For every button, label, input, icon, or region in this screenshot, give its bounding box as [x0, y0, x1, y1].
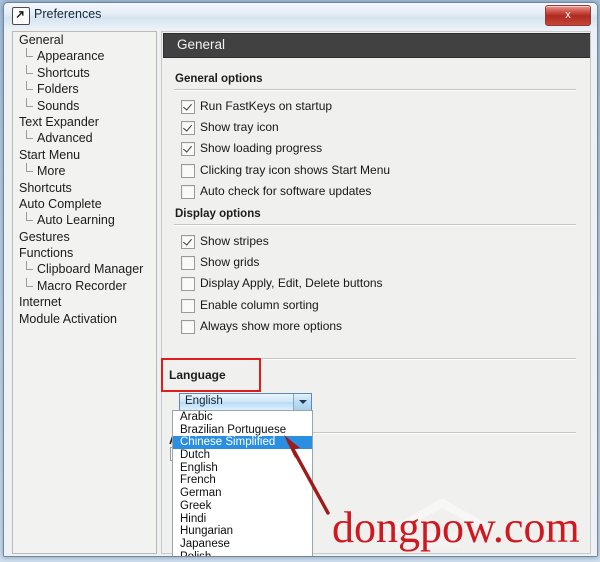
- checkbox-label: Show grids: [200, 255, 260, 270]
- tree-item-label: Appearance: [37, 49, 105, 64]
- tree-item-label: Shortcuts: [19, 180, 72, 195]
- tree-item-label: Auto Complete: [19, 196, 102, 211]
- tree-item-general[interactable]: General: [13, 32, 156, 48]
- tree-item-macro-recorder[interactable]: Macro Recorder: [13, 277, 156, 294]
- checkbox-label: Show tray icon: [200, 120, 279, 135]
- tree-item-label: Internet: [19, 295, 62, 310]
- checkbox-checked-icon[interactable]: [181, 235, 195, 249]
- tree-item-clipboard-manager[interactable]: Clipboard Manager: [13, 261, 156, 277]
- language-option[interactable]: Arabic: [173, 411, 312, 424]
- tree-item-start-menu[interactable]: Start Menu: [13, 147, 156, 163]
- tree-item-label: Functions: [19, 246, 74, 261]
- tree-item-label: Macro Recorder: [37, 278, 127, 293]
- tree-item-appearance[interactable]: Appearance: [13, 48, 156, 64]
- tree-item-more[interactable]: More: [13, 163, 156, 179]
- language-highlight-annotation: [161, 358, 261, 392]
- preferences-window: Preferences x General Appearance Shortcuts…: [3, 2, 598, 557]
- window-title-bar[interactable]: Preferences x: [4, 3, 597, 30]
- tree-item-advanced[interactable]: Advanced: [13, 130, 156, 146]
- checkbox-unchecked-icon[interactable]: [181, 277, 195, 292]
- checkbox-checked-icon[interactable]: [181, 142, 195, 157]
- tree-item-auto-complete[interactable]: Auto Complete: [13, 196, 156, 212]
- pane-header-label: General: [177, 37, 226, 52]
- general-options-divider: [174, 89, 576, 91]
- language-option[interactable]: Polish: [173, 551, 312, 556]
- tree-item-label: Text Expander: [19, 114, 99, 129]
- tree-item-label: Gestures: [19, 229, 70, 244]
- tree-item-internet[interactable]: Internet: [13, 294, 156, 310]
- checkbox-unchecked-icon[interactable]: [181, 298, 195, 313]
- tree-item-label: Auto Learning: [37, 213, 115, 228]
- tree-item-module-activation[interactable]: Module Activation: [13, 311, 156, 327]
- tree-item-auto-learning[interactable]: Auto Learning: [13, 212, 156, 228]
- tree-item-label: Shortcuts: [37, 65, 90, 80]
- checkbox-label: Run FastKeys on startup: [200, 99, 333, 113]
- checkbox-unchecked-icon[interactable]: [181, 319, 195, 334]
- tree-elbow-icon: [26, 261, 35, 277]
- tree-item-gestures[interactable]: Gestures: [13, 229, 156, 245]
- tree-elbow-icon: [26, 81, 35, 97]
- tree-elbow-icon: [26, 212, 35, 228]
- language-option[interactable]: Hungarian: [173, 525, 312, 538]
- tree-item-label: Clipboard Manager: [37, 262, 144, 277]
- language-option[interactable]: Japanese: [173, 538, 312, 551]
- tree-item-shortcuts[interactable]: Shortcuts: [13, 64, 156, 81]
- app-arrow-up-right-icon: [12, 7, 30, 25]
- settings-tree[interactable]: General Appearance Shortcuts Folders Sounds T…: [12, 31, 157, 554]
- tree-elbow-icon: [26, 130, 35, 146]
- tree-item-functions[interactable]: Functions: [13, 245, 156, 261]
- chevron-down-icon[interactable]: [293, 394, 311, 410]
- checkbox-label: Always show more options: [200, 318, 343, 333]
- general-options-title: General options: [175, 73, 263, 85]
- tree-item-label: More: [37, 164, 66, 179]
- display-options-title: Display options: [175, 208, 261, 220]
- checkbox-label: Show stripes: [200, 234, 269, 248]
- window-title: Preferences: [34, 7, 102, 21]
- watermark-text: dongpow.com: [332, 503, 580, 552]
- tree-elbow-icon: [26, 97, 35, 114]
- checkbox-unchecked-icon[interactable]: [181, 163, 195, 178]
- checkbox-checked-icon[interactable]: [181, 121, 195, 136]
- checkbox-label: Enable column sorting: [200, 297, 319, 312]
- language-select[interactable]: English: [179, 393, 312, 411]
- tree-elbow-icon: [26, 163, 35, 179]
- tree-item-label: Sounds: [37, 98, 80, 113]
- checkbox-unchecked-icon[interactable]: [181, 184, 195, 199]
- checkbox-label: Display Apply, Edit, Delete buttons: [200, 276, 383, 291]
- display-options-divider: [174, 224, 576, 226]
- checkbox-label: Auto check for software updates: [200, 183, 372, 198]
- tree-item-shortcuts[interactable]: Shortcuts: [13, 180, 156, 196]
- checkbox-unchecked-icon[interactable]: [181, 256, 195, 271]
- close-button[interactable]: x: [545, 5, 591, 26]
- pane-header: General: [163, 33, 590, 58]
- checkbox-label: Clicking tray icon shows Start Menu: [200, 162, 391, 177]
- tree-elbow-icon: [26, 48, 35, 64]
- tree-item-label: Advanced: [37, 131, 93, 146]
- checkbox-label: Show loading progress: [200, 141, 323, 156]
- tree-item-label: Start Menu: [19, 147, 81, 162]
- checkbox-checked-icon[interactable]: [181, 100, 195, 114]
- tree-item-label: Module Activation: [19, 311, 117, 326]
- tree-item-folders[interactable]: Folders: [13, 81, 156, 97]
- language-select-value: English: [185, 395, 223, 407]
- tree-elbow-icon: [26, 64, 35, 81]
- window-client-area: General Appearance Shortcuts Folders Sounds T…: [4, 29, 597, 556]
- tree-item-text-expander[interactable]: Text Expander: [13, 114, 156, 130]
- tree-item-label: Folders: [37, 82, 79, 97]
- tree-item-sounds[interactable]: Sounds: [13, 97, 156, 114]
- tree-item-label: General: [19, 33, 64, 47]
- tree-elbow-icon: [26, 277, 35, 294]
